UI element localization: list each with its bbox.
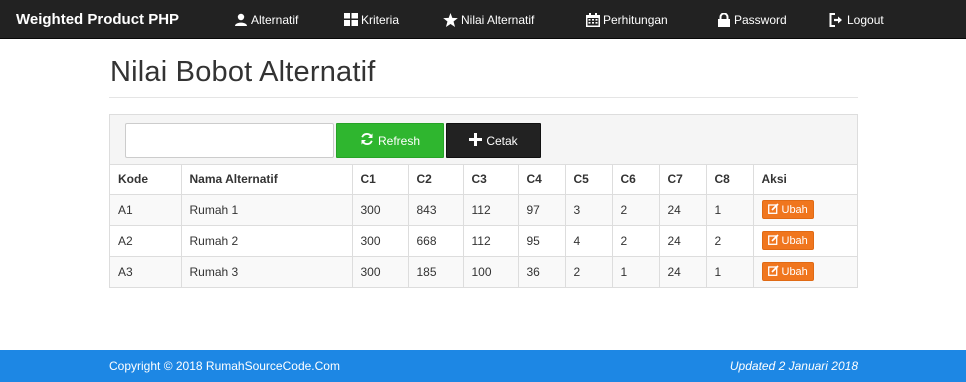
ubah-button[interactable]: Ubah (761, 200, 814, 219)
cell-c4: 36 (518, 256, 566, 287)
cell-c8: 1 (706, 256, 754, 287)
cell-c7: 24 (659, 194, 707, 226)
cell-aksi: Ubah (753, 256, 857, 287)
cell-c6: 1 (612, 256, 660, 287)
ubah-button-label: Ubah (781, 203, 808, 216)
search-input[interactable] (125, 123, 334, 158)
table-row: A2 Rumah 2 300 668 112 95 4 2 24 2 Ubah (110, 225, 857, 257)
nav-item-label: Logout (847, 12, 884, 27)
column-header-aksi: Aksi (753, 165, 857, 195)
cell-c1: 300 (352, 194, 409, 226)
ubah-button[interactable]: Ubah (761, 231, 814, 250)
cell-c5: 2 (565, 256, 613, 287)
nav-item-label: Kriteria (361, 12, 400, 27)
nav-item-logout[interactable]: Logout (829, 0, 884, 39)
title-divider (109, 97, 858, 98)
nav-item-nilai-alternatif[interactable]: Nilai Alternatif (443, 0, 534, 39)
table-header-row: Kode Nama Alternatif C1 C2 C3 C4 C5 C6 C… (110, 165, 857, 195)
grid-icon (344, 13, 358, 26)
lock-icon (717, 12, 731, 27)
footer-copyright: Copyright © 2018 RumahSourceCode.Com (109, 359, 340, 373)
footer-updated: Updated 2 Januari 2018 (729, 359, 858, 373)
cell-c4: 95 (518, 225, 566, 257)
calendar-icon (586, 12, 600, 27)
refresh-icon (360, 132, 374, 149)
cell-c8: 1 (706, 194, 754, 226)
cell-c7: 24 (659, 256, 707, 287)
cell-c6: 2 (612, 225, 660, 257)
cell-kode: A3 (110, 256, 182, 287)
logout-icon (829, 12, 844, 27)
cell-nama: Rumah 1 (181, 194, 353, 226)
nav-item-perhitungan[interactable]: Perhitungan (586, 0, 668, 39)
alternatif-panel: Refresh Cetak Kode Nama Alternatif C1 C2… (109, 114, 858, 288)
cell-kode: A2 (110, 225, 182, 257)
column-header-c8: C8 (706, 165, 754, 195)
column-header-c1: C1 (352, 165, 409, 195)
nav-item-label: Nilai Alternatif (461, 12, 535, 27)
cell-c6: 2 (612, 194, 660, 226)
cell-c2: 668 (408, 225, 464, 257)
cell-c3: 100 (463, 256, 519, 287)
edit-icon (767, 265, 779, 279)
nav-item-label: Password (734, 12, 787, 27)
cell-c8: 2 (706, 225, 754, 257)
nav-item-label: Alternatif (251, 12, 299, 27)
cell-c4: 97 (518, 194, 566, 226)
cell-c3: 112 (463, 225, 519, 257)
table-row: A1 Rumah 1 300 843 112 97 3 2 24 1 Ubah (110, 194, 857, 226)
plus-icon (469, 132, 483, 149)
cell-c2: 185 (408, 256, 464, 287)
column-header-c6: C6 (612, 165, 660, 195)
ubah-button-label: Ubah (781, 234, 808, 247)
cetak-button-label: Cetak (486, 133, 518, 148)
cell-c1: 300 (352, 225, 409, 257)
panel-toolbar: Refresh Cetak (110, 115, 857, 165)
cetak-button[interactable]: Cetak (446, 123, 541, 158)
cell-c7: 24 (659, 225, 707, 257)
cell-kode: A1 (110, 194, 182, 226)
column-header-kode: Kode (110, 165, 182, 195)
alternatif-table: Kode Nama Alternatif C1 C2 C3 C4 C5 C6 C… (110, 165, 857, 287)
edit-icon (767, 202, 779, 217)
column-header-c4: C4 (518, 165, 566, 195)
column-header-c7: C7 (659, 165, 707, 195)
brand-title[interactable]: Weighted Product PHP (16, 0, 179, 39)
cell-c3: 112 (463, 194, 519, 226)
star-icon (443, 12, 458, 27)
column-header-c5: C5 (565, 165, 613, 195)
top-navbar: Weighted Product PHP Alternatif Kriteria… (0, 0, 966, 39)
cell-nama: Rumah 3 (181, 256, 353, 287)
edit-icon (767, 233, 779, 248)
ubah-button[interactable]: Ubah (761, 262, 814, 282)
column-header-c3: C3 (463, 165, 519, 195)
nav-item-alternatif[interactable]: Alternatif (234, 0, 298, 39)
cell-c1: 300 (352, 256, 409, 287)
cell-aksi: Ubah (753, 194, 857, 226)
cell-c5: 4 (565, 225, 613, 257)
cell-c5: 3 (565, 194, 613, 226)
refresh-button[interactable]: Refresh (336, 123, 444, 158)
page-footer: Copyright © 2018 RumahSourceCode.Com Upd… (0, 350, 966, 382)
column-header-c2: C2 (408, 165, 464, 195)
nav-item-label: Perhitungan (603, 12, 668, 27)
refresh-button-label: Refresh (377, 133, 421, 148)
nav-item-password[interactable]: Password (717, 0, 787, 39)
cell-c2: 843 (408, 194, 464, 226)
table-row: A3 Rumah 3 300 185 100 36 2 1 24 1 Ubah (110, 256, 857, 287)
cell-nama: Rumah 2 (181, 225, 353, 257)
page-title: Nilai Bobot Alternatif (110, 56, 376, 88)
user-icon (234, 13, 248, 27)
ubah-button-label: Ubah (781, 265, 808, 278)
nav-item-kriteria[interactable]: Kriteria (344, 0, 399, 39)
column-header-nama: Nama Alternatif (181, 165, 353, 195)
cell-aksi: Ubah (753, 225, 857, 257)
